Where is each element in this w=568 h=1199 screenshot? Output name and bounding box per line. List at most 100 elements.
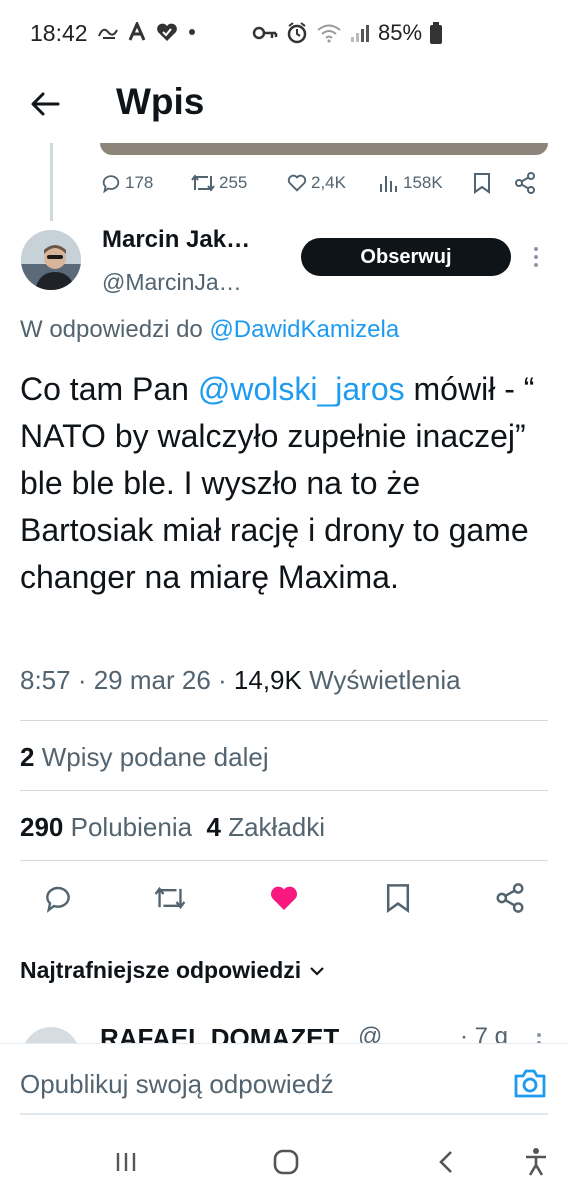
tweet-actions bbox=[0, 878, 568, 920]
battery-icon bbox=[430, 22, 443, 44]
repost-icon bbox=[191, 174, 215, 192]
back-chevron-icon bbox=[439, 1151, 452, 1173]
likes-bookmarks-stat: 290 Polubienia 4 Zakładki bbox=[20, 812, 325, 843]
repost-icon bbox=[154, 886, 186, 910]
share-icon bbox=[515, 172, 535, 194]
replies-sort-label: Najtrafniejsze odpowiedzi bbox=[20, 957, 302, 983]
tweet-views-label: Wyświetlenia bbox=[309, 665, 461, 695]
heart-check-icon bbox=[157, 23, 177, 41]
header: Wpis bbox=[0, 68, 568, 143]
dot-icon bbox=[189, 29, 195, 35]
avatar-photo bbox=[21, 230, 81, 290]
reply-icon bbox=[102, 175, 120, 194]
bookmarks-label: Zakładki bbox=[228, 812, 326, 842]
prev-reply-count: 178 bbox=[125, 173, 154, 192]
prev-share-button[interactable] bbox=[514, 172, 536, 194]
camera-icon bbox=[514, 1069, 546, 1098]
heart-filled-icon bbox=[270, 886, 298, 910]
reply-input[interactable]: Opublikuj swoją odpowiedź bbox=[20, 1069, 334, 1100]
tweet-meta: 8:57 · 29 mar 26 · 14,9K Wyświetlenia bbox=[20, 665, 461, 695]
home-button[interactable] bbox=[266, 1145, 306, 1179]
prev-reply-button[interactable]: 178 bbox=[100, 172, 153, 194]
accessibility-button[interactable] bbox=[516, 1145, 556, 1179]
recent-apps-icon bbox=[116, 1153, 136, 1171]
compose-bar: Opublikuj swoją odpowiedź bbox=[0, 1043, 568, 1121]
more-options-button[interactable] bbox=[530, 245, 542, 269]
tweet-text-start: Co tam Pan bbox=[20, 371, 198, 407]
back-arrow-icon bbox=[31, 92, 60, 116]
accessibility-icon bbox=[526, 1148, 546, 1176]
reposts-count: 2 bbox=[20, 742, 35, 772]
reply-to-prefix: W odpowiedzi do bbox=[20, 316, 210, 343]
home-icon bbox=[273, 1149, 299, 1175]
reply-context: W odpowiedzi do @DawidKamizela bbox=[20, 316, 399, 344]
status-left-icons bbox=[97, 21, 197, 43]
share-button[interactable] bbox=[490, 878, 530, 918]
next-reply-handle: @ bbox=[358, 1023, 383, 1043]
tweet-text: Co tam Pan @wolski_jaros mówił - “ NATO … bbox=[20, 366, 550, 601]
reply-icon bbox=[46, 886, 70, 913]
prev-views-count: 158K bbox=[403, 173, 443, 192]
mention-link[interactable]: @wolski_jaros bbox=[198, 371, 405, 407]
views-icon bbox=[380, 176, 397, 192]
next-reply-avatar bbox=[22, 1027, 80, 1043]
bookmarks-stat[interactable]: 4 Zakładki bbox=[207, 812, 326, 842]
thread-line bbox=[50, 143, 53, 221]
avatar[interactable] bbox=[21, 230, 81, 290]
reposts-label: Wpisy podane dalej bbox=[41, 742, 269, 772]
share-icon bbox=[496, 883, 524, 913]
next-reply-author: RAFAEL DOMAZET bbox=[100, 1023, 340, 1043]
author-name[interactable]: Marcin Jak… bbox=[102, 226, 250, 254]
reposts-stat[interactable]: 2 Wpisy podane dalej bbox=[20, 742, 269, 773]
tl-icon bbox=[98, 28, 118, 39]
replies-sort-dropdown[interactable]: Najtrafniejsze odpowiedzi bbox=[20, 957, 325, 984]
back-button[interactable] bbox=[28, 86, 64, 122]
a-icon bbox=[128, 22, 146, 41]
prev-views-button[interactable]: 158K bbox=[378, 172, 443, 194]
status-time: 18:42 bbox=[30, 20, 88, 46]
tweet-time: 8:57 bbox=[20, 665, 71, 695]
prev-bookmark-button[interactable] bbox=[472, 172, 492, 194]
alarm-icon bbox=[287, 22, 307, 44]
divider bbox=[20, 720, 548, 721]
signal-icon bbox=[351, 25, 369, 42]
prev-like-count: 2,4K bbox=[311, 173, 346, 192]
bookmark-icon bbox=[474, 173, 490, 194]
camera-button[interactable] bbox=[512, 1068, 548, 1100]
author-handle[interactable]: @MarcinJa… bbox=[102, 269, 242, 296]
status-bar: 18:42 85% bbox=[0, 0, 568, 68]
prev-repost-count: 255 bbox=[219, 173, 248, 192]
prev-like-button[interactable]: 2,4K bbox=[286, 172, 346, 194]
likes-stat[interactable]: 290 Polubienia bbox=[20, 812, 192, 842]
recent-apps-button[interactable] bbox=[106, 1145, 146, 1179]
like-button[interactable] bbox=[264, 878, 304, 918]
prev-repost-button[interactable]: 255 bbox=[190, 172, 247, 194]
tweet-date: 29 mar 26 bbox=[93, 665, 211, 695]
wifi-icon bbox=[317, 24, 341, 43]
next-reply-time: · 7 g bbox=[460, 1023, 509, 1043]
chevron-down-icon bbox=[310, 966, 324, 976]
next-reply-preview[interactable]: RAFAEL DOMAZET @ · 7 g bbox=[20, 1013, 548, 1043]
bookmarks-count: 4 bbox=[206, 812, 221, 842]
more-vertical-icon bbox=[534, 247, 538, 267]
battery-percent: 85% bbox=[378, 20, 423, 45]
previous-tweet-actions: 178 255 2,4K 158K bbox=[100, 172, 548, 202]
follow-button[interactable]: Obserwuj bbox=[301, 238, 511, 276]
key-icon bbox=[252, 26, 278, 40]
divider bbox=[20, 790, 548, 791]
page-title: Wpis bbox=[116, 81, 205, 122]
likes-count: 290 bbox=[20, 812, 64, 842]
heart-icon bbox=[287, 174, 307, 192]
system-back-button[interactable] bbox=[426, 1145, 466, 1179]
previous-tweet-image[interactable] bbox=[100, 143, 548, 155]
repost-button[interactable] bbox=[150, 878, 190, 918]
system-nav-bar bbox=[0, 1125, 568, 1199]
status-right: 85% bbox=[252, 20, 443, 46]
reply-to-handle-link[interactable]: @DawidKamizela bbox=[209, 316, 399, 343]
reply-button[interactable] bbox=[38, 878, 78, 918]
divider bbox=[20, 860, 548, 861]
tweet-views-count: 14,9K bbox=[233, 665, 302, 695]
bookmark-icon bbox=[386, 884, 410, 914]
more-vertical-icon bbox=[537, 1033, 541, 1043]
bookmark-button[interactable] bbox=[378, 878, 418, 918]
